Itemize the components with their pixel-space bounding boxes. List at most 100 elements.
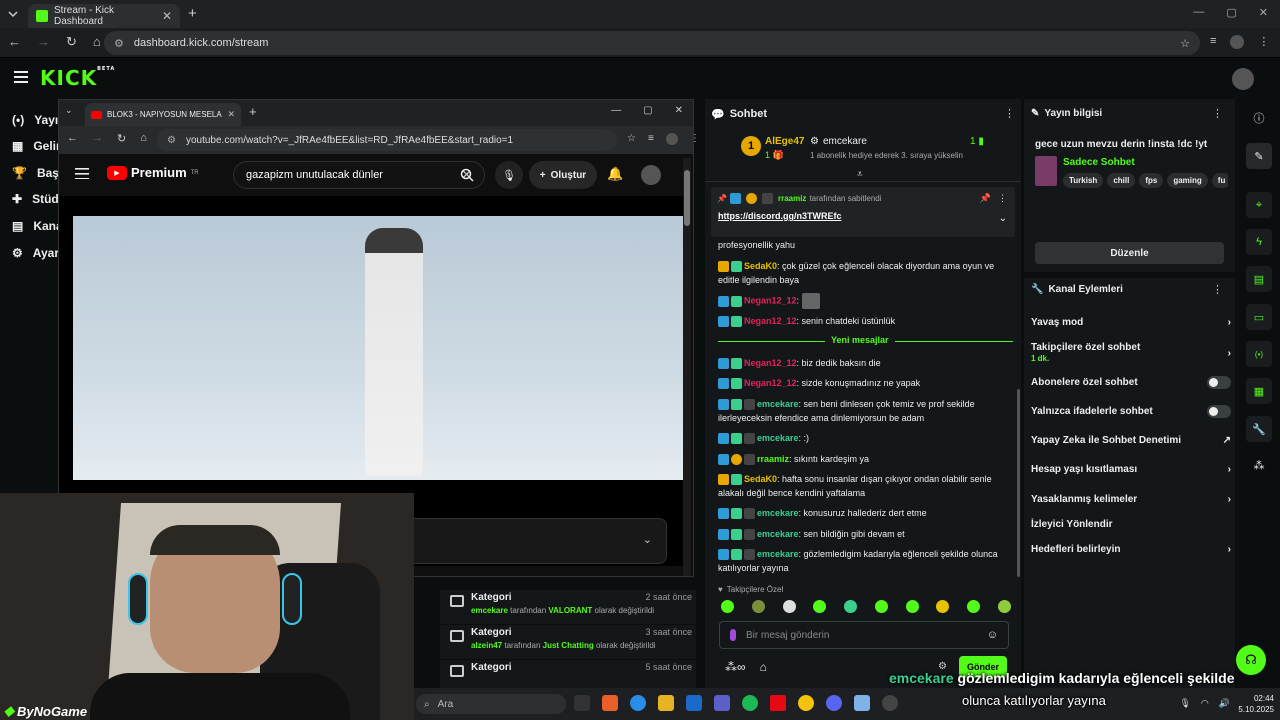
profile-avatar-icon[interactable] — [1230, 35, 1245, 49]
tab-list-icon[interactable]: ⌄ — [65, 105, 73, 116]
tag[interactable]: fps — [1139, 173, 1164, 188]
menu-kebab-icon[interactable]: ⋮ — [1004, 107, 1015, 120]
netflix-icon[interactable] — [770, 695, 786, 711]
menu-kebab-icon[interactable]: ⋮ — [1212, 283, 1223, 296]
scrollbar[interactable] — [683, 158, 691, 576]
action-host[interactable]: İzleyici Yönlendir — [1031, 519, 1231, 530]
action-banned-words[interactable]: Yasaklanmış kelimeler › — [1031, 494, 1231, 505]
bookmark-star-icon[interactable]: ☆ — [1180, 37, 1190, 50]
taskbar-clock[interactable]: 02:44 5.10.2025 — [1238, 693, 1274, 715]
lightning-icon[interactable]: ϟ — [1246, 229, 1272, 255]
volume-icon[interactable]: 🔊 — [1219, 698, 1230, 709]
browser-tab-kick[interactable]: Stream - Kick Dashboard ✕ — [28, 4, 180, 28]
action-followers-only[interactable]: Takipçilere özel sohbet 1 dk. › — [1031, 342, 1231, 364]
emote-icon[interactable] — [874, 600, 888, 613]
menu-kebab-icon[interactable]: ⋮ — [690, 133, 700, 145]
close-window-icon[interactable]: ✕ — [675, 105, 683, 116]
points-icon[interactable]: ⁂∞ — [725, 660, 746, 674]
forward-icon[interactable]: → — [92, 132, 103, 145]
history-user[interactable]: emcekare — [471, 606, 508, 615]
tag[interactable]: gaming — [1167, 173, 1208, 188]
target-icon[interactable]: ⌖ — [1246, 192, 1272, 218]
minimize-icon[interactable]: — — [1193, 6, 1204, 19]
maximize-icon[interactable]: ▢ — [1226, 6, 1236, 19]
obs-icon[interactable] — [882, 695, 898, 711]
file-explorer-icon[interactable] — [658, 695, 674, 711]
youtube-avatar[interactable] — [641, 165, 661, 185]
emoji-picker-icon[interactable]: ☺ — [987, 629, 998, 641]
close-icon[interactable]: ✕ — [162, 9, 172, 23]
nav-item-studio[interactable]: ✚ Stüd — [12, 189, 59, 209]
forward-icon[interactable]: → — [37, 34, 50, 50]
action-account-age[interactable]: Hesap yaşı kısıtlaması › — [1031, 464, 1231, 475]
emote-icon[interactable] — [721, 600, 734, 613]
task-view-icon[interactable] — [574, 695, 590, 711]
microphone-icon[interactable]: 🎙 — [1179, 698, 1190, 709]
action-ai-moderation[interactable]: Yapay Zeka ile Sohbet Denetimi ↗ — [1031, 435, 1231, 446]
chat-input[interactable]: Bir mesaj gönderin ☺ — [719, 621, 1009, 649]
profile-avatar-icon[interactable] — [665, 133, 678, 145]
taskbar-search[interactable]: ⌕ Ara — [416, 694, 566, 714]
tag[interactable]: chill — [1107, 173, 1136, 188]
users-icon[interactable]: ▦ — [1246, 378, 1272, 404]
menu-kebab-icon[interactable]: ⋮ — [1212, 107, 1223, 120]
nav-item-revenue[interactable]: ▦ Gelir — [12, 136, 61, 156]
emote-icon[interactable] — [751, 600, 765, 613]
back-icon[interactable]: ← — [8, 34, 21, 50]
spotify-icon[interactable] — [742, 695, 758, 711]
nav-item-settings[interactable]: ⚙ Ayar — [12, 243, 59, 263]
tag[interactable]: Turkish — [1063, 173, 1104, 188]
discord-icon[interactable] — [826, 695, 842, 711]
youtube-url-field[interactable]: ⚙ youtube.com/watch?v=_JfRAe4fbEE&list=R… — [157, 129, 617, 151]
youtube-logo[interactable]: ▶ Premium TR — [107, 165, 199, 180]
home-icon[interactable]: ⌂ — [93, 34, 101, 50]
hamburger-menu-icon[interactable] — [14, 71, 28, 83]
pinned-link[interactable]: https://discord.gg/n3TWREfc — [718, 211, 842, 221]
app-icon[interactable] — [854, 695, 870, 711]
action-goals[interactable]: Hedefleri belirleyin › — [1031, 544, 1231, 555]
subscribers-only-toggle[interactable] — [1207, 376, 1231, 389]
stream-category[interactable]: Sadece Sohbet — [1063, 157, 1135, 168]
reading-list-icon[interactable]: ≡ — [1210, 35, 1216, 49]
support-headset-icon[interactable]: ☊ — [1236, 645, 1266, 675]
nodes-icon[interactable]: ⁂ — [1246, 452, 1272, 478]
new-tab-icon[interactable]: + — [249, 104, 257, 119]
reload-icon[interactable]: ↻ — [66, 34, 77, 50]
tab-list-icon[interactable] — [6, 7, 20, 21]
emote-icon[interactable] — [905, 600, 919, 613]
user-avatar[interactable] — [1232, 68, 1254, 90]
kick-logo[interactable]: KICKBETA — [40, 66, 115, 90]
notifications-bell-icon[interactable]: 🔔 — [607, 166, 623, 182]
pencil-icon[interactable]: ✎ — [1246, 143, 1272, 169]
wrench-icon[interactable]: 🔧 — [1246, 416, 1272, 442]
site-info-icon[interactable]: ⚙ — [167, 135, 176, 146]
minimize-icon[interactable]: — — [611, 105, 621, 116]
back-icon[interactable]: ← — [67, 132, 78, 145]
site-info-icon[interactable]: ⚙ — [114, 37, 124, 50]
emote-icon[interactable] — [967, 600, 981, 613]
top-gifter-name[interactable]: AlEge47 — [765, 136, 804, 147]
menu-kebab-icon[interactable]: ⋮ — [1258, 35, 1269, 49]
home-icon[interactable]: ⌂ — [140, 132, 147, 145]
emote-icon[interactable] — [782, 600, 796, 613]
edit-button[interactable]: Düzenle — [1035, 242, 1224, 264]
copilot-icon[interactable] — [602, 695, 618, 711]
emote-icon[interactable] — [844, 600, 858, 613]
url-field[interactable]: ⚙ dashboard.kick.com/stream ☆ — [104, 31, 1200, 55]
new-tab-icon[interactable]: + — [188, 5, 197, 22]
youtube-tab[interactable]: BLOK3 - NAPIYOSUN MESELA ? ✕ — [85, 103, 241, 126]
tag[interactable]: fu — [1211, 173, 1228, 188]
hamburger-menu-icon[interactable] — [75, 168, 89, 179]
chrome-icon[interactable] — [798, 695, 814, 711]
create-button[interactable]: + Oluştur — [529, 161, 597, 189]
maximize-icon[interactable]: ▢ — [643, 105, 652, 116]
search-icon[interactable] — [449, 161, 485, 189]
chevron-down-icon[interactable]: ⌄ — [999, 213, 1007, 224]
nav-item-channel[interactable]: ▤ Kana — [12, 216, 63, 236]
bookmark-star-icon[interactable]: ☆ — [627, 133, 636, 145]
document-icon[interactable]: ▤ — [1246, 266, 1272, 292]
action-emotes-only[interactable]: Yalnızca ifadelerle sohbet — [1031, 405, 1231, 418]
info-icon[interactable]: ⓘ — [1246, 105, 1272, 131]
emote-icon[interactable] — [936, 600, 950, 613]
store-icon[interactable]: ⌂ — [760, 660, 767, 674]
